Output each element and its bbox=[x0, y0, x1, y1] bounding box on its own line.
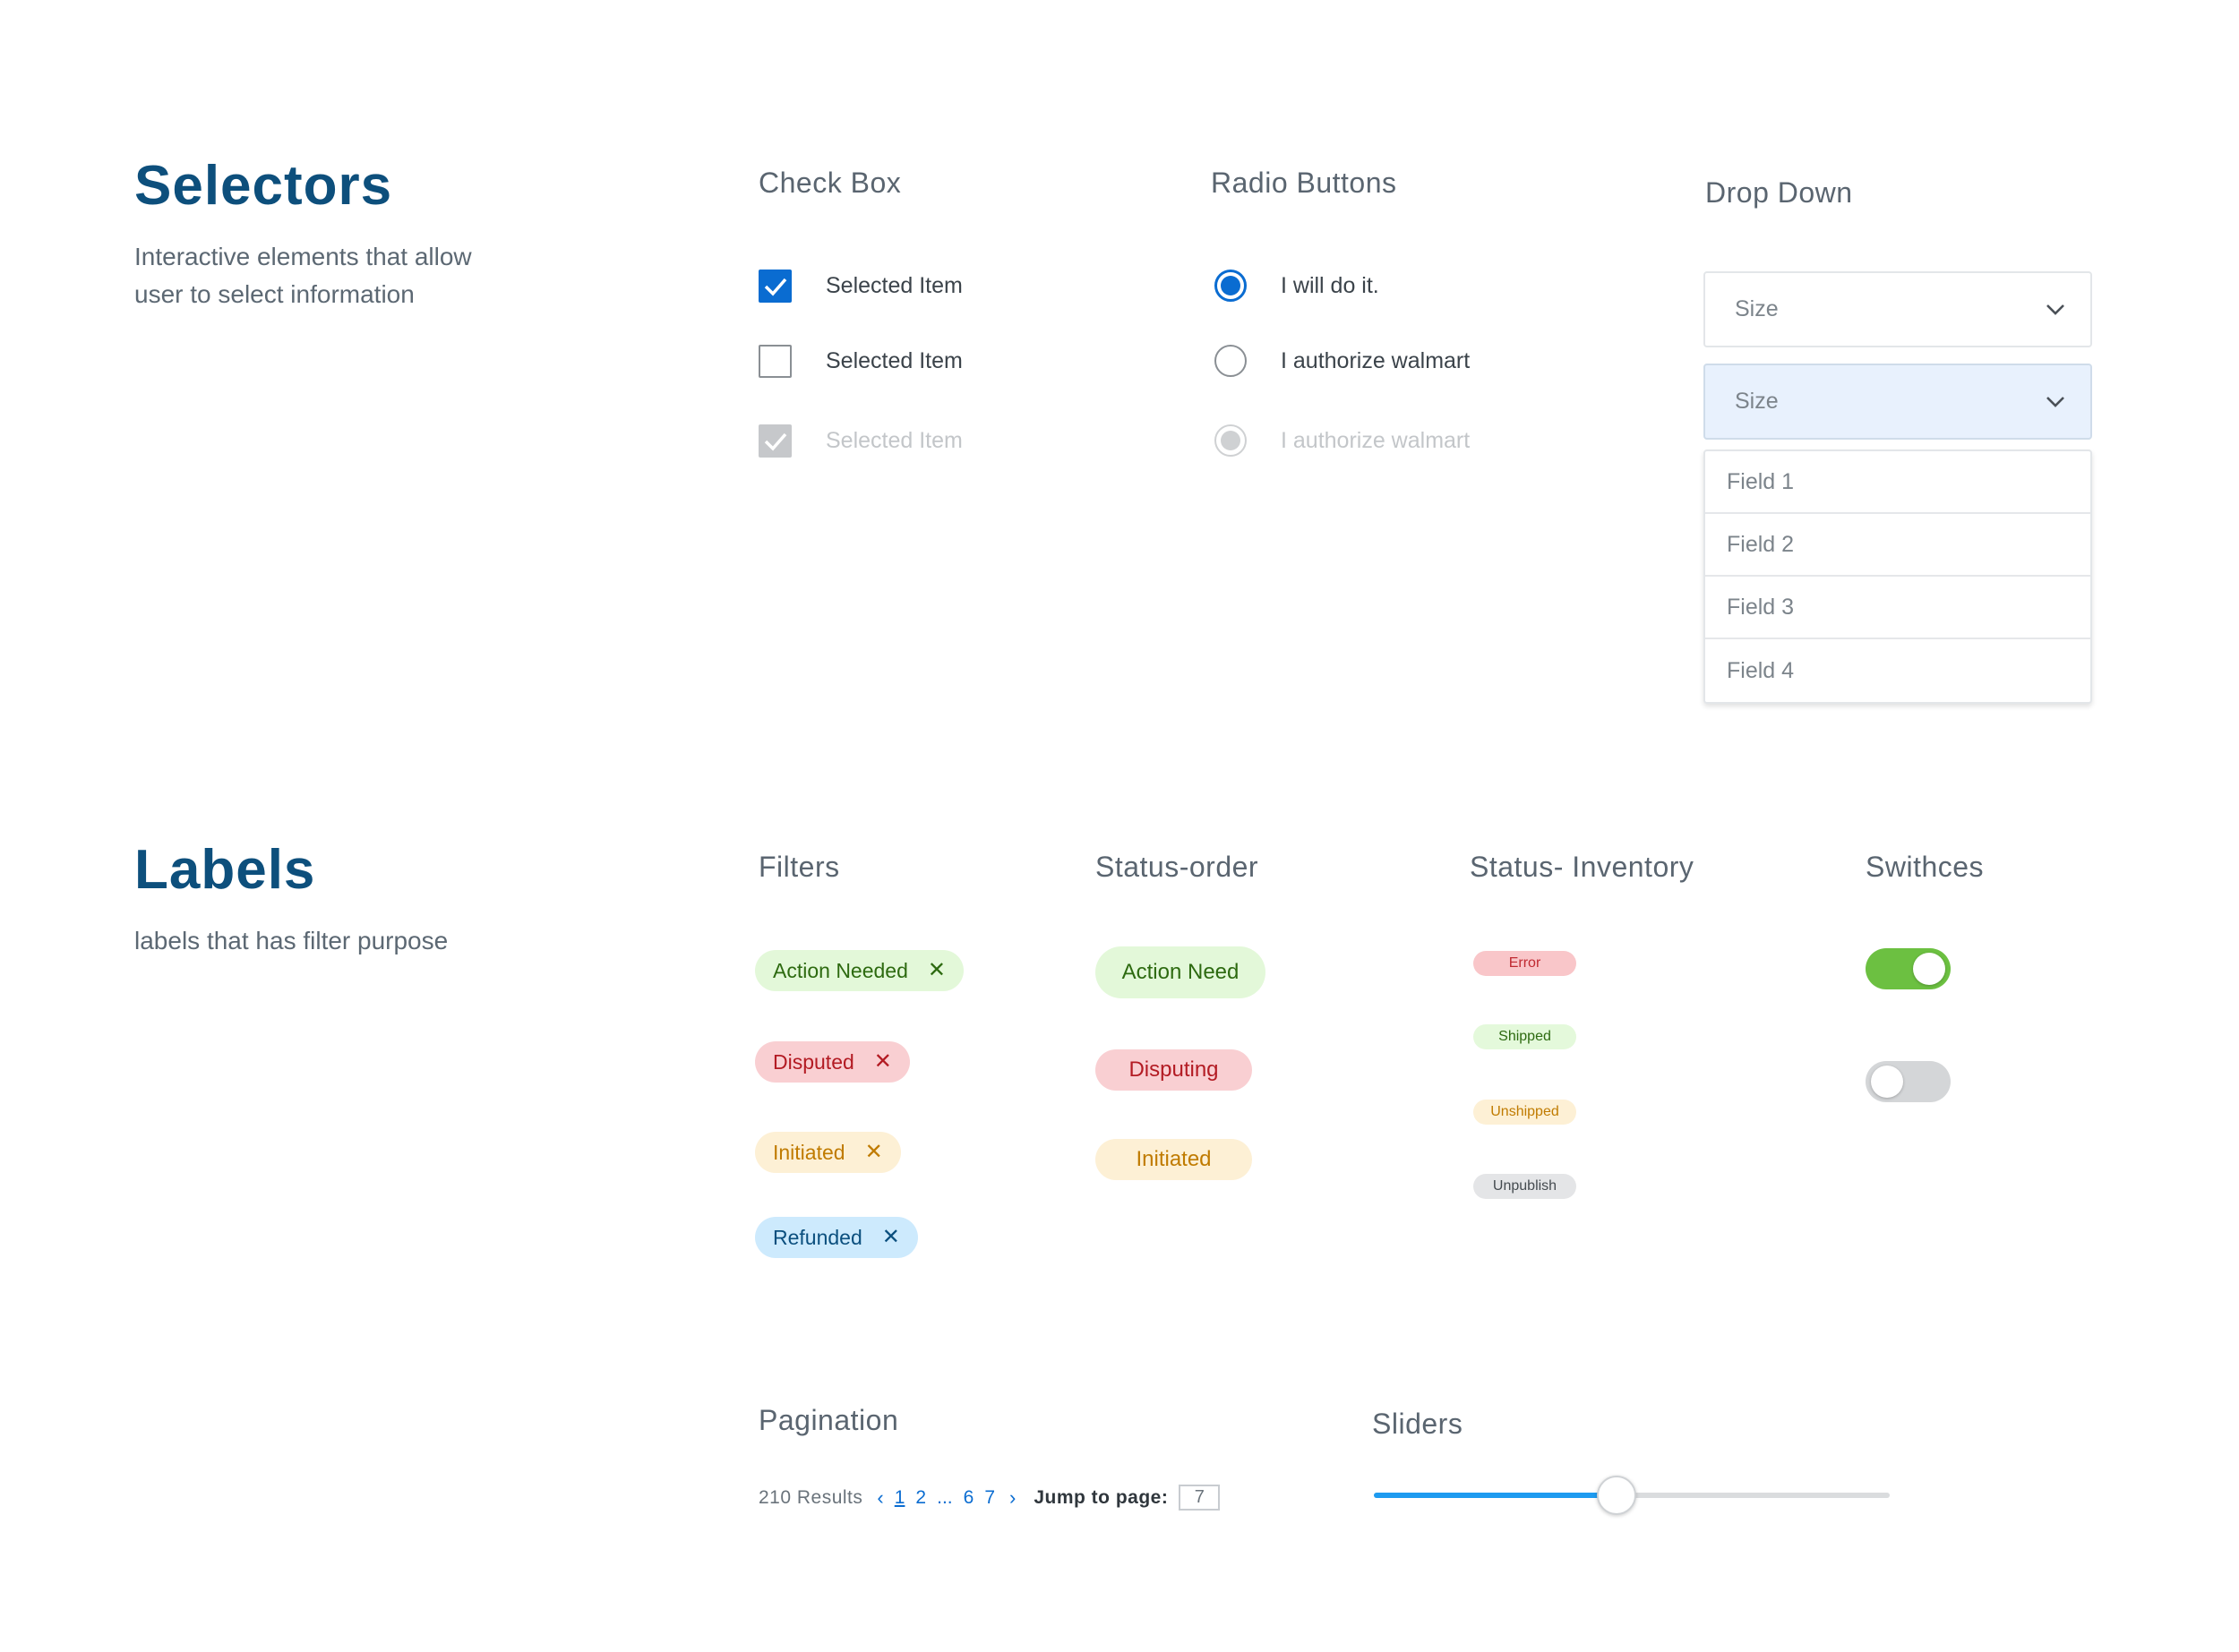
status-inventory-title: Status- Inventory bbox=[1470, 851, 1694, 883]
radio-label-disabled: I authorize walmart bbox=[1281, 427, 1471, 453]
filter-chip-action-needed[interactable]: Action Needed ✕ bbox=[755, 950, 964, 991]
checkbox-label-disabled: Selected Item bbox=[826, 428, 963, 453]
filter-chip-label: Action Needed bbox=[773, 958, 908, 982]
status-order-title: Status-order bbox=[1095, 851, 1259, 883]
radio-label: I authorize walmart bbox=[1281, 347, 1471, 373]
status-order-badge-disputing: Disputing bbox=[1095, 1049, 1252, 1091]
checkbox-disabled-box bbox=[759, 424, 792, 458]
dropdown-title: Drop Down bbox=[1705, 176, 1853, 209]
filter-chip-label: Disputed bbox=[773, 1049, 854, 1074]
size-dropdown-closed[interactable]: Size bbox=[1703, 271, 2092, 347]
size-dropdown-open[interactable]: Size bbox=[1703, 364, 2092, 440]
radio-title: Radio Buttons bbox=[1211, 167, 1397, 199]
close-icon[interactable]: ✕ bbox=[928, 960, 946, 981]
checkbox-label: Selected Item bbox=[826, 273, 963, 298]
inventory-badge-unpublish: Unpublish bbox=[1473, 1174, 1576, 1199]
checkbox-unchecked-box[interactable] bbox=[759, 345, 792, 378]
filter-chip-label: Initiated bbox=[773, 1140, 845, 1164]
check-icon bbox=[764, 432, 786, 451]
slider-fill bbox=[1374, 1493, 1617, 1498]
dropdown-option[interactable]: Field 4 bbox=[1705, 639, 2090, 702]
close-icon[interactable]: ✕ bbox=[865, 1142, 883, 1163]
labels-title: Labels bbox=[134, 839, 316, 901]
checkbox-unchecked[interactable]: Selected Item bbox=[759, 345, 963, 378]
inventory-badge-shipped: Shipped bbox=[1473, 1024, 1576, 1049]
page-link[interactable]: 7 bbox=[984, 1487, 995, 1509]
switches-title: Swithces bbox=[1866, 851, 1985, 883]
checkbox-checked[interactable]: Selected Item bbox=[759, 270, 963, 303]
filters-title: Filters bbox=[759, 851, 840, 883]
radio-disabled-circle bbox=[1214, 424, 1247, 457]
radio-selected-circle[interactable] bbox=[1214, 270, 1247, 302]
toggle-switch-on[interactable] bbox=[1866, 948, 1951, 989]
dropdown-value: Size bbox=[1735, 296, 1779, 321]
radio-unselected[interactable]: I authorize walmart bbox=[1214, 345, 1470, 377]
page-ellipsis: ... bbox=[937, 1486, 953, 1508]
pagination-title: Pagination bbox=[759, 1404, 899, 1436]
checkbox-disabled: Selected Item bbox=[759, 424, 963, 458]
checkbox-checked-box[interactable] bbox=[759, 270, 792, 303]
dropdown-option[interactable]: Field 1 bbox=[1705, 451, 2090, 514]
close-icon[interactable]: ✕ bbox=[874, 1051, 892, 1073]
results-count: 210 Results bbox=[759, 1486, 863, 1508]
filter-chip-refunded[interactable]: Refunded ✕ bbox=[755, 1217, 918, 1258]
labels-description: labels that has filter purpose bbox=[134, 927, 449, 954]
page-link[interactable]: 2 bbox=[915, 1487, 926, 1509]
inventory-badge-error: Error bbox=[1473, 951, 1576, 976]
chevron-right-icon[interactable]: › bbox=[1009, 1486, 1016, 1510]
toggle-knob bbox=[1871, 1066, 1903, 1098]
toggle-knob bbox=[1913, 953, 1945, 985]
close-icon[interactable]: ✕ bbox=[882, 1227, 900, 1248]
dropdown-option[interactable]: Field 3 bbox=[1705, 577, 2090, 639]
status-order-badge-action-need: Action Need bbox=[1095, 946, 1265, 998]
radio-dot bbox=[1221, 431, 1240, 450]
inventory-badge-unshipped: Unshipped bbox=[1473, 1100, 1576, 1125]
chevron-left-icon[interactable]: ‹ bbox=[877, 1486, 883, 1510]
radio-selected[interactable]: I will do it. bbox=[1214, 270, 1379, 302]
radio-label: I will do it. bbox=[1281, 272, 1379, 298]
jump-to-page-label: Jump to page: bbox=[1034, 1486, 1169, 1508]
page-link-current[interactable]: 1 bbox=[895, 1487, 905, 1509]
checkbox-title: Check Box bbox=[759, 167, 902, 199]
dropdown-option[interactable]: Field 2 bbox=[1705, 514, 2090, 577]
checkbox-label: Selected Item bbox=[826, 348, 963, 373]
chevron-down-icon bbox=[2046, 304, 2064, 315]
dropdown-value: Size bbox=[1735, 389, 1779, 414]
filter-chip-initiated[interactable]: Initiated ✕ bbox=[755, 1132, 901, 1173]
check-icon bbox=[764, 278, 786, 296]
selectors-title: Selectors bbox=[134, 155, 393, 217]
chevron-down-icon bbox=[2046, 396, 2064, 407]
filter-chip-label: Refunded bbox=[773, 1225, 862, 1249]
selectors-description: Interactive elements that allow user to … bbox=[134, 243, 472, 308]
dropdown-menu: Field 1 Field 2 Field 3 Field 4 bbox=[1703, 449, 2092, 704]
jump-to-page-input[interactable]: 7 bbox=[1179, 1485, 1221, 1511]
filter-chip-disputed[interactable]: Disputed ✕ bbox=[755, 1041, 910, 1083]
sliders-title: Sliders bbox=[1372, 1408, 1463, 1440]
pagination-bar: 210 Results ‹ 1 2 ... 6 7 › Jump to page… bbox=[759, 1485, 1221, 1511]
radio-dot bbox=[1221, 276, 1240, 295]
status-order-badge-initiated: Initiated bbox=[1095, 1139, 1252, 1180]
radio-disabled: I authorize walmart bbox=[1214, 424, 1470, 457]
page-link[interactable]: 6 bbox=[964, 1487, 974, 1509]
radio-unselected-circle[interactable] bbox=[1214, 345, 1247, 377]
slider-thumb[interactable] bbox=[1597, 1476, 1636, 1515]
toggle-switch-off[interactable] bbox=[1866, 1061, 1951, 1102]
slider[interactable] bbox=[1374, 1468, 1890, 1522]
